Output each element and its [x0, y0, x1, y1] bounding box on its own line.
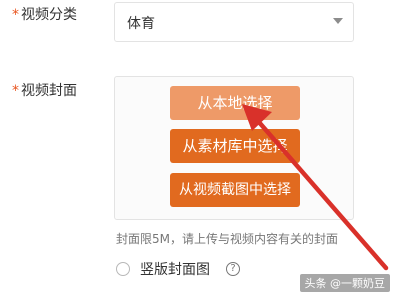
chevron-down-icon — [333, 18, 343, 24]
vertical-cover-option: 竖版封面图 ? — [116, 258, 240, 280]
video-category-select[interactable]: 体育 — [114, 2, 354, 42]
help-icon[interactable]: ? — [226, 262, 240, 276]
select-from-library-button[interactable]: 从素材库中选择 — [170, 129, 300, 163]
video-category-value: 体育 — [127, 16, 155, 32]
vertical-cover-radio[interactable] — [116, 262, 130, 276]
required-mark: * — [12, 83, 19, 99]
select-from-local-button[interactable]: 从本地选择 — [170, 86, 300, 120]
select-from-video-frame-button[interactable]: 从视频截图中选择 — [170, 173, 300, 207]
video-cover-label-text: 视频封面 — [21, 83, 77, 99]
video-category-label: * 视频分类 — [12, 4, 77, 24]
video-category-label-text: 视频分类 — [21, 7, 77, 23]
video-cover-label: * 视频封面 — [12, 80, 77, 100]
required-mark: * — [12, 7, 19, 23]
vertical-cover-label: 竖版封面图 — [140, 262, 210, 278]
cover-hint-text: 封面限5M，请上传与视频内容有关的封面 — [116, 232, 338, 246]
watermark: 头条 @一颗奶豆 — [299, 274, 390, 292]
